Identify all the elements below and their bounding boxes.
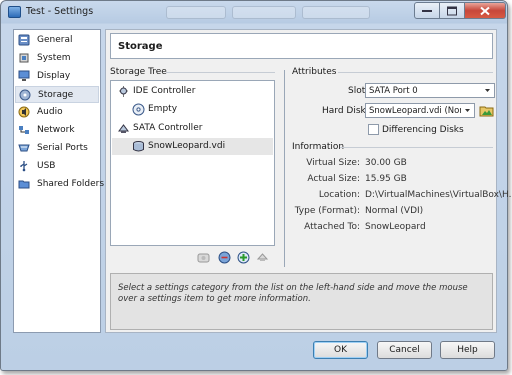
hard-disk-value: SnowLeopard.vdi (Norma — [369, 106, 461, 116]
sidebar-item-storage[interactable]: Storage — [15, 86, 99, 103]
network-icon — [19, 126, 29, 134]
usb-icon — [20, 161, 28, 172]
title-bar[interactable]: Test - Settings — [1, 1, 507, 23]
tree-item-ide-controller[interactable]: IDE Controller — [112, 83, 273, 100]
panel-divider — [284, 70, 285, 267]
settings-window: Test - Settings General System Display S… — [0, 0, 512, 371]
sidebar-item-display[interactable]: Display — [15, 68, 99, 85]
close-icon — [480, 6, 490, 15]
type-format-label: Type (Format): — [294, 206, 360, 216]
sidebar-item-system[interactable]: System — [15, 50, 99, 67]
sidebar-item-network[interactable]: Network — [15, 122, 99, 139]
tree-item-label: Empty — [148, 104, 178, 114]
slot-select[interactable]: SATA Port 0 — [365, 83, 495, 98]
help-description-text: Select a settings category from the list… — [118, 283, 468, 304]
audio-icon — [18, 106, 30, 118]
attached-to-label: Attached To: — [304, 222, 360, 232]
tree-item-snowleopard-vdi[interactable]: SnowLeopard.vdi — [112, 138, 273, 155]
hard-disk-label: Hard Disk: — [322, 106, 369, 116]
sidebar-item-general[interactable]: General — [15, 32, 99, 49]
shared-folders-icon — [18, 180, 30, 189]
page-header: Storage — [110, 33, 493, 59]
sidebar-item-audio[interactable]: Audio — [15, 104, 99, 121]
section-divider — [340, 147, 493, 148]
sidebar-item-shared-folders[interactable]: Shared Folders — [15, 176, 104, 193]
settings-page: Storage Storage Tree IDE Controller Empt… — [105, 29, 512, 333]
cancel-button[interactable]: Cancel — [377, 341, 432, 359]
actual-size-label: Actual Size: — [307, 174, 360, 184]
information-heading: Information — [292, 142, 345, 152]
sidebar-item-label: Network — [37, 125, 75, 135]
storage-tree-label: Storage Tree — [110, 67, 167, 77]
minimize-icon — [422, 9, 432, 12]
differencing-disks-checkbox[interactable] — [368, 124, 379, 135]
page-title: Storage — [118, 41, 163, 52]
remove-attachment-icon[interactable] — [256, 251, 269, 264]
add-controller-icon[interactable] — [197, 251, 210, 264]
sidebar-item-label: System — [37, 53, 71, 63]
sidebar-item-serial-ports[interactable]: Serial Ports — [15, 140, 99, 157]
virtual-media-manager-icon[interactable] — [479, 103, 494, 118]
ide-controller-icon — [119, 86, 128, 97]
serial-ports-icon — [18, 144, 30, 152]
settings-category-list: General System Display Storage Audio Net… — [13, 29, 104, 333]
storage-icon — [19, 89, 31, 101]
virtualbox-app-icon — [8, 6, 21, 18]
location-value: D:\VirtualMachines\VirtualBox\H... — [365, 190, 512, 200]
section-divider — [338, 72, 493, 73]
attached-to-value: SnowLeopard — [365, 222, 426, 232]
remove-controller-icon[interactable] — [218, 251, 231, 264]
ok-button[interactable]: OK — [313, 341, 368, 359]
sidebar-item-label: Storage — [38, 90, 74, 100]
type-format-value: Normal (VDI) — [365, 206, 424, 216]
chevron-down-icon — [485, 89, 490, 92]
help-description-box: Select a settings category from the list… — [110, 273, 493, 330]
chevron-down-icon — [465, 109, 470, 112]
virtual-size-value: 30.00 GB — [365, 158, 407, 168]
tree-item-label: IDE Controller — [133, 86, 196, 96]
sidebar-item-label: General — [37, 35, 73, 45]
window-title: Test - Settings — [26, 6, 94, 17]
slot-value: SATA Port 0 — [369, 86, 418, 96]
attributes-heading: Attributes — [292, 67, 337, 77]
sidebar-item-usb[interactable]: USB — [15, 158, 99, 175]
storage-tree[interactable]: IDE Controller Empty SATA Controller Sno… — [110, 80, 275, 246]
actual-size-value: 15.95 GB — [365, 174, 407, 184]
add-attachment-icon[interactable] — [237, 251, 250, 264]
cd-disc-icon — [132, 103, 145, 116]
sata-controller-icon — [118, 124, 129, 133]
tree-item-empty-drive[interactable]: Empty — [112, 101, 273, 118]
sidebar-item-label: Shared Folders — [37, 179, 105, 189]
general-icon — [18, 34, 30, 46]
hard-disk-icon — [133, 141, 144, 152]
tree-item-label: SATA Controller — [133, 123, 203, 133]
display-icon — [18, 70, 30, 81]
close-button[interactable] — [465, 2, 506, 19]
help-button[interactable]: Help — [440, 341, 495, 359]
system-icon — [19, 53, 29, 63]
differencing-disks-label: Differencing Disks — [382, 125, 464, 135]
section-divider — [166, 72, 275, 73]
virtual-size-label: Virtual Size: — [306, 158, 360, 168]
tree-item-label: SnowLeopard.vdi — [148, 141, 226, 151]
sidebar-item-label: Audio — [37, 107, 63, 117]
sidebar-item-label: Serial Ports — [37, 143, 88, 153]
maximize-button[interactable] — [440, 2, 465, 19]
hard-disk-select[interactable]: SnowLeopard.vdi (Norma — [365, 103, 475, 118]
sidebar-item-label: Display — [37, 71, 71, 81]
sidebar-item-label: USB — [37, 161, 56, 171]
minimize-button[interactable] — [414, 2, 440, 19]
tree-item-sata-controller[interactable]: SATA Controller — [112, 120, 273, 137]
maximize-icon — [447, 6, 457, 15]
location-label: Location: — [318, 190, 360, 200]
